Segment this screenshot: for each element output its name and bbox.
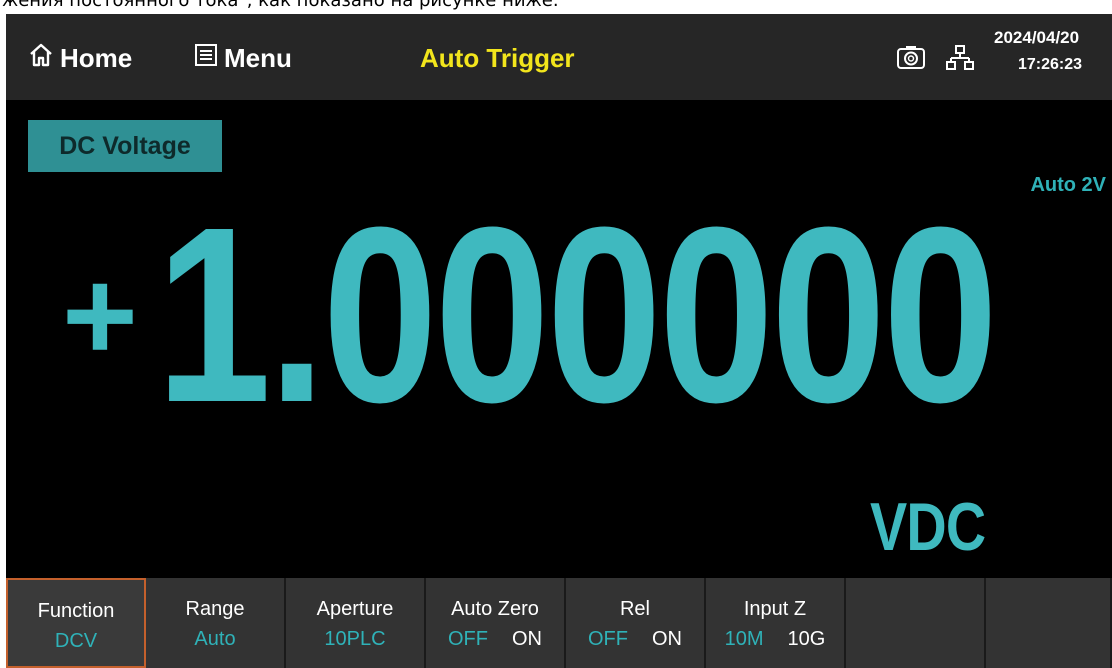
menu-label: Menu [224, 42, 292, 73]
softkey-empty-7[interactable] [846, 578, 986, 668]
menu-icon [194, 43, 218, 74]
softkey-value: 10PLC [324, 628, 386, 650]
measurement-reading: + 1.000000 [62, 175, 1102, 454]
document-caption: жения постоянного тока", как показано на… [0, 0, 1112, 14]
home-button[interactable]: Home [28, 38, 132, 78]
network-icon[interactable] [946, 44, 974, 77]
softkey-title: Input Z [743, 598, 807, 620]
option-off-selected: OFF [448, 628, 488, 650]
option-off-selected: OFF [588, 628, 628, 650]
option-on: ON [512, 628, 542, 650]
multimeter-screen: Home Menu Auto Trigger 2024/04/20 17:26:… [6, 14, 1112, 668]
softkey-title: Rel [619, 598, 650, 620]
option-10g: 10G [787, 628, 826, 650]
softkey-title: Function [37, 600, 115, 622]
camera-icon[interactable] [896, 44, 926, 75]
softkey-options: 10M 10G [706, 628, 844, 651]
home-label: Home [60, 42, 133, 73]
menu-button[interactable]: Menu [194, 38, 292, 78]
softkey-options: OFF ON [566, 628, 704, 651]
reading-sign: + [62, 242, 138, 388]
range-indicator: Auto 2V [1030, 174, 1106, 196]
softkey-function[interactable]: Function DCV [6, 578, 146, 668]
softkey-aperture[interactable]: Aperture 10PLC [286, 578, 426, 668]
home-icon [28, 42, 54, 75]
softkey-empty-8[interactable] [986, 578, 1112, 668]
softkey-title: Aperture [316, 598, 394, 620]
softkey-title: Auto Zero [451, 598, 539, 620]
option-on: ON [652, 628, 682, 650]
time-display: 17:26:23 [1018, 56, 1083, 73]
softkey-value: Auto [194, 628, 236, 650]
trigger-mode-label: Auto Trigger [420, 42, 575, 73]
reading-value: 1.000000 [155, 175, 998, 454]
softkey-range[interactable]: Range Auto [146, 578, 286, 668]
softkey-auto-zero[interactable]: Auto Zero OFF ON [426, 578, 566, 668]
softkey-options: OFF ON [426, 628, 564, 651]
softkey-rel[interactable]: Rel OFF ON [566, 578, 706, 668]
softkey-value: DCV [54, 630, 98, 652]
top-bar: Home Menu Auto Trigger 2024/04/20 17:26:… [6, 14, 1112, 100]
softkey-bar: Function DCV Range Auto Aperture 10PLC A… [6, 578, 1112, 668]
softkey-title: Range [185, 598, 245, 620]
date-display: 2024/04/20 [994, 28, 1080, 47]
function-tag: DC Voltage [28, 120, 222, 172]
softkey-input-z[interactable]: Input Z 10M 10G [706, 578, 846, 668]
reading-unit: VDC [870, 489, 986, 565]
option-10m-selected: 10M [724, 628, 764, 650]
